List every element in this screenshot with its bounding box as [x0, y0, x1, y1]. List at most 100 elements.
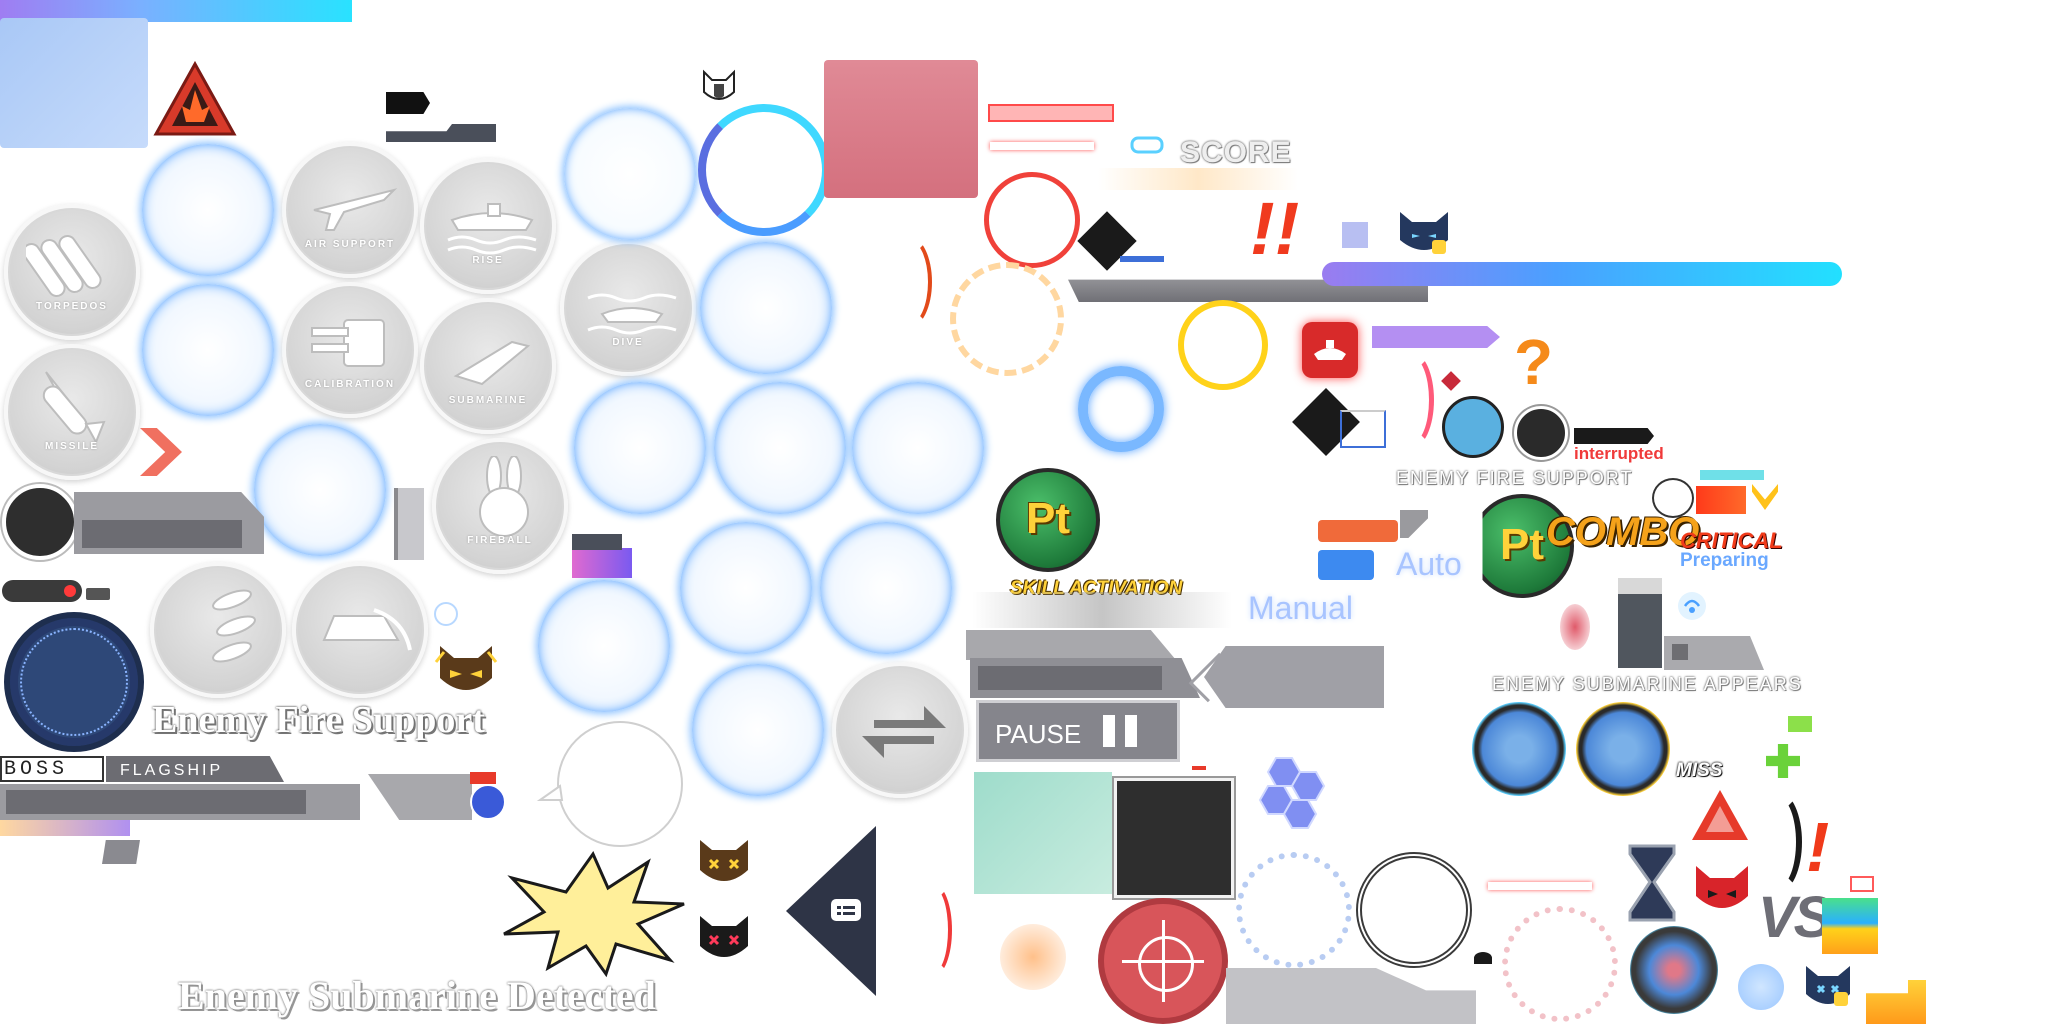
vs-color-block	[1822, 898, 1878, 954]
dive-skill-button[interactable]: DIVE	[560, 240, 696, 376]
sonar-bubble-gold	[1576, 702, 1670, 796]
blue-status-dot	[1442, 396, 1504, 458]
black-cat-x-icon	[700, 916, 748, 957]
boss-gradient-strip	[0, 820, 130, 836]
pt-coin-large[interactable]: Pt	[996, 468, 1100, 572]
air-support-skill-button[interactable]: AIR SUPPORT	[282, 142, 418, 278]
blue-dotted-ring	[1236, 852, 1352, 968]
red-arc	[886, 236, 932, 328]
goggles-icon	[1130, 136, 1164, 154]
warning-triangle-red-icon	[1692, 790, 1748, 840]
blue-glow-disc[interactable]	[700, 242, 832, 374]
swap-button[interactable]	[832, 662, 968, 798]
grey-hp-fill	[82, 520, 242, 548]
calibration-skill-button[interactable]: CALIBRATION	[282, 282, 418, 418]
submarine-icon	[453, 340, 531, 386]
blue-glow-disc[interactable]	[538, 580, 670, 712]
blue-glow-disc[interactable]	[680, 522, 812, 654]
red-orange-block	[1696, 486, 1746, 514]
swap-arrows-icon	[862, 706, 946, 758]
cannon-icon	[311, 319, 385, 367]
target-scope-button[interactable]	[1098, 898, 1228, 1024]
blue-glow-disc[interactable]	[714, 382, 846, 514]
dark-slim-bar	[386, 124, 496, 142]
orange-blur-dot	[1000, 924, 1066, 990]
boss-label: BOSS	[4, 758, 69, 781]
blue-glow-disc[interactable]	[820, 522, 952, 654]
blue-cat-badge-icon	[1806, 966, 1850, 1006]
grey-pointer-arm	[368, 774, 472, 820]
lavender-square	[1342, 222, 1368, 248]
submarine-alert-button[interactable]	[1302, 322, 1358, 378]
red-flag-mark	[470, 772, 496, 784]
bell-icon	[434, 602, 458, 626]
black-bar	[1574, 428, 1654, 444]
miss-label: MISS	[1676, 760, 1723, 781]
flagship-label: FLAGSHIP	[120, 762, 224, 779]
black-status-dot	[1514, 406, 1568, 460]
blue-knob[interactable]	[470, 784, 506, 820]
blue-glow-disc[interactable]	[692, 664, 824, 796]
shield-cat-icon	[703, 69, 735, 100]
grey-panel-upper	[966, 630, 1176, 660]
blue-glow-disc[interactable]	[564, 108, 696, 240]
dive-label: DIVE	[612, 337, 644, 348]
grey-mini-square	[1672, 644, 1688, 660]
red-white-bar-small	[1488, 882, 1592, 890]
auto-toggle-blue[interactable]	[1318, 550, 1374, 580]
torpedo-barrage-button[interactable]	[150, 562, 286, 698]
enemy-fire-support-banner: Enemy Fire Support	[152, 699, 485, 741]
pause-button[interactable]: PAUSE	[976, 700, 1180, 762]
black-tag	[386, 92, 430, 114]
red-exclamation: !	[1806, 808, 1830, 886]
speech-bubble	[536, 721, 683, 847]
orange-dotted-ring	[950, 262, 1064, 376]
red-outline-small	[1850, 876, 1874, 892]
blue-glow-disc[interactable]	[852, 382, 984, 514]
rise-label: RISE	[472, 255, 504, 266]
enemy-submarine-appears-label: ENEMY SUBMARINE APPEARS	[1492, 674, 1803, 694]
purple-gradient-tag	[572, 548, 632, 578]
sonar-bubble-small	[1630, 926, 1718, 1014]
cooldown-ring	[698, 104, 830, 236]
blue-glow-disc[interactable]	[574, 382, 706, 514]
explosion-burst	[503, 850, 685, 978]
red-cat-icon	[1696, 866, 1748, 908]
ship-skill-button[interactable]	[292, 562, 428, 698]
green-block	[1788, 716, 1812, 732]
warning-triangle-icon	[153, 60, 237, 136]
blue-glow-disc[interactable]	[142, 284, 274, 416]
auto-label[interactable]: Auto	[1396, 546, 1462, 583]
blue-glow-ring	[1078, 366, 1164, 452]
red-outline-bar	[988, 104, 1114, 122]
torpedos-skill-button[interactable]: TORPEDOS	[4, 204, 140, 340]
missile-icon	[42, 371, 106, 445]
dark-square-panel	[1114, 778, 1234, 898]
rise-skill-button[interactable]: RISE	[420, 158, 556, 294]
skill-activation-glow	[972, 592, 1232, 628]
red-segment-ring	[984, 172, 1080, 268]
orange-small-block	[1866, 980, 1926, 1024]
pink-arc	[1390, 352, 1434, 448]
preparing-label: Preparing	[1680, 550, 1769, 571]
blue-glow-disc[interactable]	[254, 424, 386, 556]
sub-icon	[1314, 340, 1346, 360]
manual-label[interactable]: Manual	[1248, 590, 1353, 627]
airplane-icon	[313, 188, 398, 231]
calibration-label: CALIBRATION	[304, 379, 396, 390]
fireball-label: FIREBALL	[467, 535, 533, 546]
vs-label: VS	[1758, 885, 1832, 950]
signal-icon	[1678, 592, 1706, 620]
fireball-skill-button[interactable]: FIREBALL	[432, 438, 568, 574]
black-small-blip	[1474, 952, 1492, 964]
grey-bottom-panel	[1226, 968, 1476, 1024]
navy-round-frame	[4, 612, 144, 752]
submarine-skill-button[interactable]: SUBMARINE	[420, 298, 556, 434]
yellow-segment-ring	[1178, 300, 1268, 390]
blue-glow-disc[interactable]	[142, 144, 274, 276]
air-support-label: AIR SUPPORT	[304, 239, 396, 250]
pause-label: PAUSE	[995, 719, 1082, 749]
auto-toggle-orange[interactable]	[1318, 520, 1398, 542]
missile-skill-button[interactable]: MISSILE	[4, 344, 140, 480]
dark-tag-top	[572, 534, 622, 550]
